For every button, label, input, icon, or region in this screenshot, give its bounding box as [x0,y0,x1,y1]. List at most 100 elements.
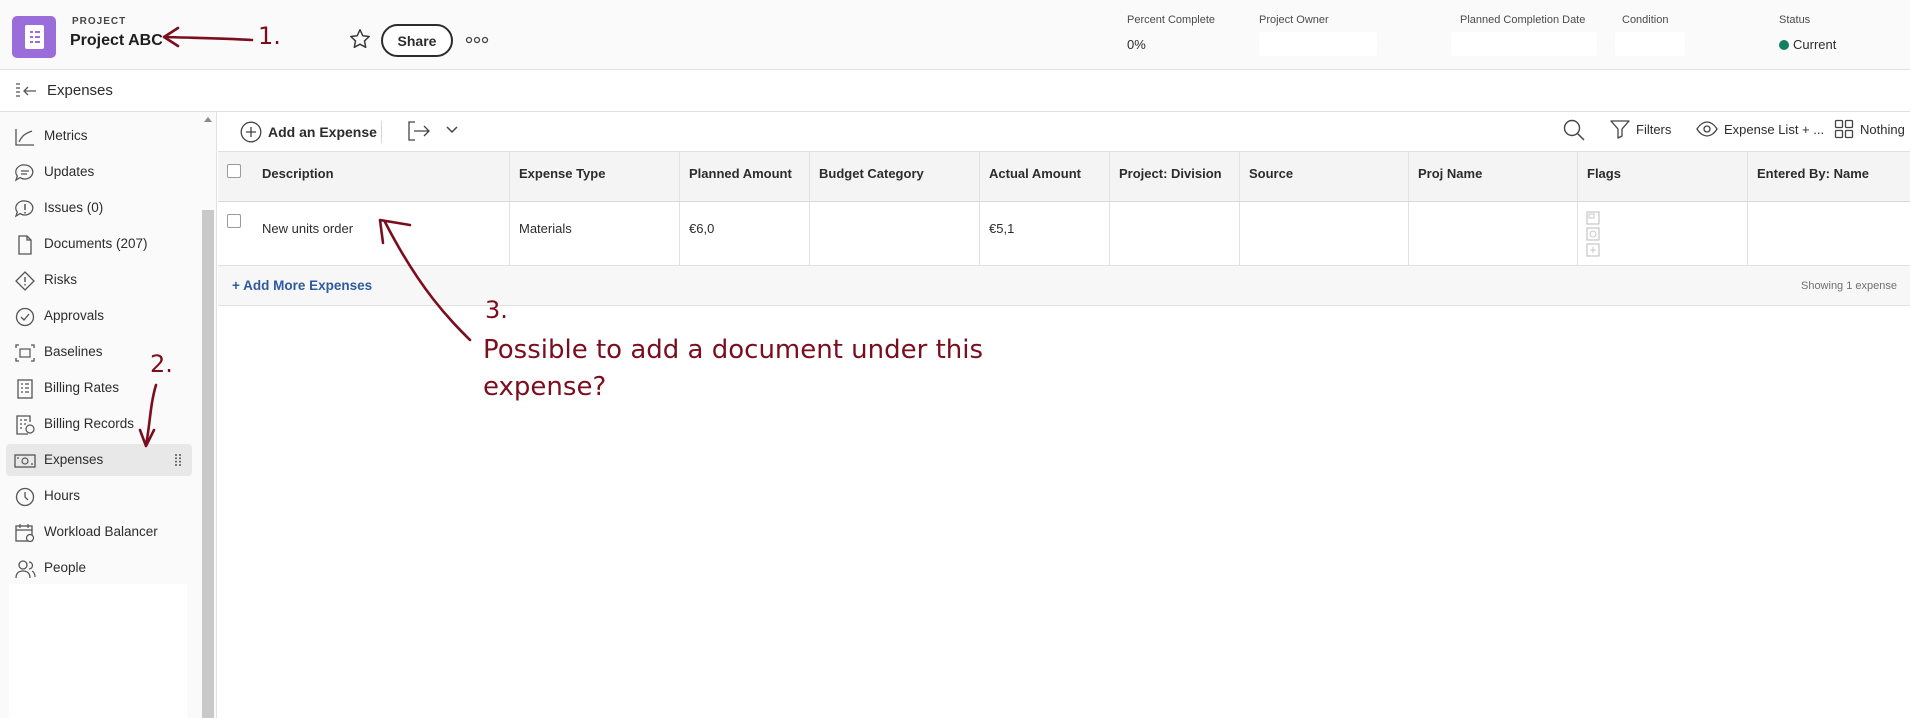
column-header-label: Proj Name [1418,166,1483,181]
sidebar-item-risks[interactable]: Risks [6,264,192,296]
column-header-label: Actual Amount [989,166,1081,181]
sidebar-item-updates[interactable]: Updates [6,156,192,188]
project-owner-field: Project Owner [1259,14,1377,56]
column-header-label: Source [1249,166,1294,181]
column-header[interactable]: Planned Amount [680,152,810,201]
column-header[interactable]: Source [1240,152,1409,201]
cell-proj-name[interactable] [1409,202,1578,265]
column-header[interactable]: Proj Name [1409,152,1578,201]
collapse-sidebar-icon[interactable] [15,83,37,99]
documents-icon [18,235,32,255]
project-name[interactable]: Project ABC [70,32,163,50]
sidebar-item-label: Approvals [44,308,105,323]
eye-icon [1696,121,1718,137]
annotation-2: 2. [150,350,173,378]
sidebar-item-documents[interactable]: Documents (207) [6,228,192,260]
people-icon [15,560,36,579]
expenses-icon [14,454,36,468]
cell-source[interactable] [1240,202,1409,265]
sidebar-scrollbar[interactable] [202,210,214,718]
status-label: Status [1779,14,1811,26]
sidebar-item-metrics[interactable]: Metrics [6,120,192,152]
risks-icon [15,271,35,291]
cell-text: Materials [519,221,572,236]
sidebar-item-hours[interactable]: Hours [6,480,192,512]
condition-value[interactable] [1615,32,1685,56]
add-expense-button[interactable]: Add an Expense [240,118,377,146]
column-header[interactable]: Budget Category [810,152,980,201]
condition-field: Condition [1615,14,1685,56]
cell-entered-by[interactable] [1748,202,1910,265]
cell-budget-category[interactable] [810,202,980,265]
cell-description[interactable]: New units order [253,202,510,265]
sidebar-item-approvals[interactable]: Approvals [6,300,192,332]
grouping-selector[interactable]: Nothing [1834,119,1905,139]
sidebar-item-label: Hours [44,488,81,503]
table-row[interactable]: New units order Materials €6,0 €5,1 [218,202,1910,266]
row-select-cell [218,202,245,265]
percent-complete-value: 0% [1127,37,1146,52]
toolbar-divider [381,121,382,143]
status-value: Current [1793,37,1837,52]
column-header[interactable]: Description [253,152,510,201]
planned-completion-value[interactable] [1451,32,1597,56]
sidebar-item-expenses[interactable]: Expenses [6,444,192,476]
sidebar-item-label: Documents (207) [44,236,148,251]
column-header[interactable]: Expense Type [510,152,680,201]
cell-flags[interactable] [1578,202,1748,265]
column-header[interactable]: Actual Amount [980,152,1110,201]
sidebar-item-issues[interactable]: Issues (0) [6,192,192,224]
view-label: Expense List + ... [1724,121,1825,137]
share-button[interactable]: Share [381,24,453,57]
search-icon[interactable] [1562,118,1586,142]
row-checkbox[interactable] [227,214,241,228]
drag-handle-icon[interactable] [174,453,182,467]
table-header: Description Expense Type Planned Amount … [218,151,1910,202]
billing-records-icon [16,415,35,435]
project-header: PROJECT Project ABC Share Percent Comple… [0,0,1910,70]
sidebar-item-label: People [44,560,87,575]
filter-icon [1610,120,1630,139]
cell-text: €6,0 [689,221,715,236]
sidebar-item-label: Issues (0) [44,200,104,215]
sidebar-item-billing-records[interactable]: Billing Records [6,408,192,440]
export-icon[interactable] [407,120,431,142]
planned-completion-label: Planned Completion Date [1460,14,1586,26]
sidebar-item-workload-balancer[interactable]: Workload Balancer [6,516,192,548]
hours-icon [15,487,35,507]
column-header[interactable]: Entered By: Name [1748,152,1910,201]
scroll-up-arrow-icon[interactable] [204,117,212,122]
planned-completion-field: Planned Completion Date [1451,14,1597,56]
annotation-question: Possible to add a document under this ex… [483,335,984,402]
select-all-checkbox[interactable] [227,164,241,178]
sidebar-item-label: Risks [44,272,77,287]
project-owner-label: Project Owner [1259,14,1329,26]
cell-planned-amount[interactable]: €6,0 [680,202,810,265]
project-owner-value[interactable] [1259,32,1377,56]
approvals-icon [15,307,35,327]
cell-actual-amount[interactable]: €5,1 [980,202,1110,265]
cell-project-division[interactable] [1110,202,1240,265]
column-header[interactable]: Project: Division [1110,152,1240,201]
star-icon[interactable] [348,27,372,51]
column-header[interactable]: Flags [1578,152,1748,201]
metrics-icon [15,129,34,146]
status-value-wrap[interactable]: Current [1779,37,1836,52]
flags-icon [1586,211,1600,257]
column-header-label: Description [262,166,334,181]
add-more-expenses-link[interactable]: + Add More Expenses [232,278,372,293]
view-selector[interactable]: Expense List + ... [1696,119,1824,139]
billing-rates-icon [17,379,33,399]
column-header-label: Expense Type [519,166,606,181]
sidebar-item-label: Updates [44,164,95,179]
cell-expense-type[interactable]: Materials [510,202,680,265]
filters-button[interactable]: Filters [1610,119,1671,139]
column-header-label: Entered By: Name [1757,166,1869,181]
more-options-icon[interactable] [464,30,490,50]
filters-label: Filters [1636,121,1672,137]
table-footer: + Add More Expenses Showing 1 expense [218,266,1910,306]
column-header-label: Project: Division [1119,166,1222,181]
chevron-down-icon[interactable] [446,125,458,135]
expenses-toolbar: Add an Expense Filters Expense List + ..… [218,112,1910,152]
sidebar-item-people[interactable]: People [6,552,192,584]
